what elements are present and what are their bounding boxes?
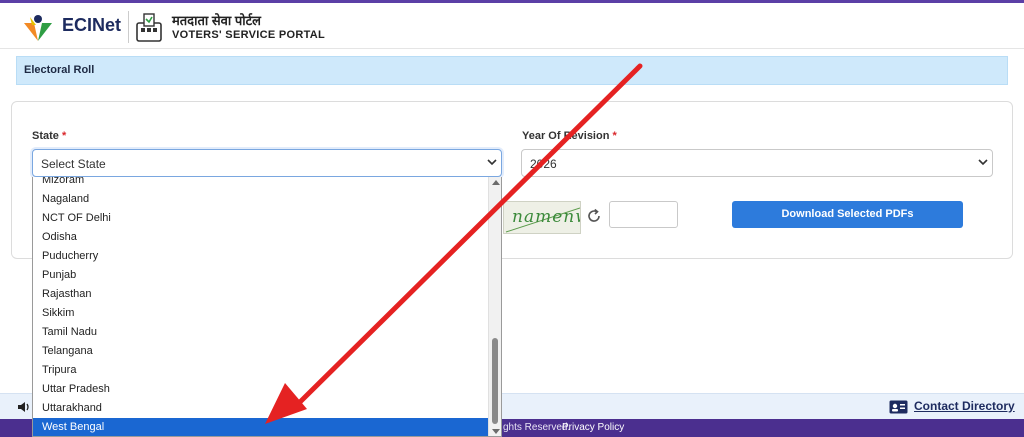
state-label-text: State [32, 130, 59, 142]
state-select-value: Select State [41, 157, 106, 171]
contact-card-icon [889, 400, 908, 414]
state-option-nagaland[interactable]: Nagaland [33, 190, 489, 209]
section-title: Electoral Roll [24, 64, 95, 76]
state-option-puducherry[interactable]: Puducherry [33, 247, 489, 266]
state-option-telangana[interactable]: Telangana [33, 342, 489, 361]
speaker-icon[interactable] [17, 400, 31, 414]
year-label: Year Of Revision * [522, 130, 617, 142]
state-option-tripura[interactable]: Tripura [33, 361, 489, 380]
footer-rights-text: ghts Reserved. [503, 422, 571, 433]
year-select-value: 2026 [530, 157, 557, 171]
state-label: State * [32, 130, 66, 142]
required-mark: * [61, 130, 67, 142]
state-option-odisha[interactable]: Odisha [33, 228, 489, 247]
header-divider [128, 11, 129, 43]
year-label-text: Year Of Revision [522, 130, 610, 142]
state-option-sikkim[interactable]: Sikkim [33, 304, 489, 323]
state-select[interactable]: Select State [32, 149, 502, 177]
download-pdfs-button[interactable]: Download Selected PDFs [732, 201, 963, 228]
state-option-punjab[interactable]: Punjab [33, 266, 489, 285]
chevron-down-icon [487, 159, 497, 166]
state-option-uttarakhand[interactable]: Uttarakhand [33, 399, 489, 418]
section-header: Electoral Roll [16, 56, 1008, 85]
year-select[interactable]: 2026 [521, 149, 993, 177]
eci-logo-icon[interactable] [20, 9, 56, 45]
required-mark: * [612, 130, 617, 142]
ballot-box-icon [136, 13, 162, 42]
scroll-down-icon[interactable] [492, 429, 500, 434]
dropdown-scrollbar[interactable] [488, 177, 501, 436]
logo-text[interactable]: ECINet [62, 15, 121, 36]
state-option-nct-of-delhi[interactable]: NCT OF Delhi [33, 209, 489, 228]
portal-title-english: VOTERS' SERVICE PORTAL [172, 29, 326, 41]
state-option-rajasthan[interactable]: Rajasthan [33, 285, 489, 304]
captcha-input[interactable] [609, 201, 678, 228]
state-option-mizoram[interactable]: Mizoram [33, 177, 489, 190]
site-header: ECINet मतदाता सेवा पोर्टल VOTERS' SERVIC… [0, 3, 1024, 49]
refresh-icon[interactable] [585, 207, 603, 225]
state-option-uttar-pradesh[interactable]: Uttar Pradesh [33, 380, 489, 399]
scrollbar-thumb[interactable] [492, 338, 498, 424]
state-dropdown-list[interactable]: Mizoram Nagaland NCT OF Delhi Odisha Pud… [32, 177, 502, 437]
captcha-image: namenw [503, 201, 581, 234]
portal-title-hindi: मतदाता सेवा पोर्टल [172, 13, 261, 28]
chevron-down-icon [978, 159, 988, 166]
state-option-tamil-nadu[interactable]: Tamil Nadu [33, 323, 489, 342]
contact-directory-link[interactable]: Contact Directory [914, 399, 1015, 413]
scroll-up-icon[interactable] [492, 180, 500, 185]
privacy-policy-link[interactable]: Privacy Policy [562, 422, 624, 433]
state-option-west-bengal[interactable]: West Bengal [33, 418, 489, 436]
captcha-text: namenw [512, 207, 580, 227]
